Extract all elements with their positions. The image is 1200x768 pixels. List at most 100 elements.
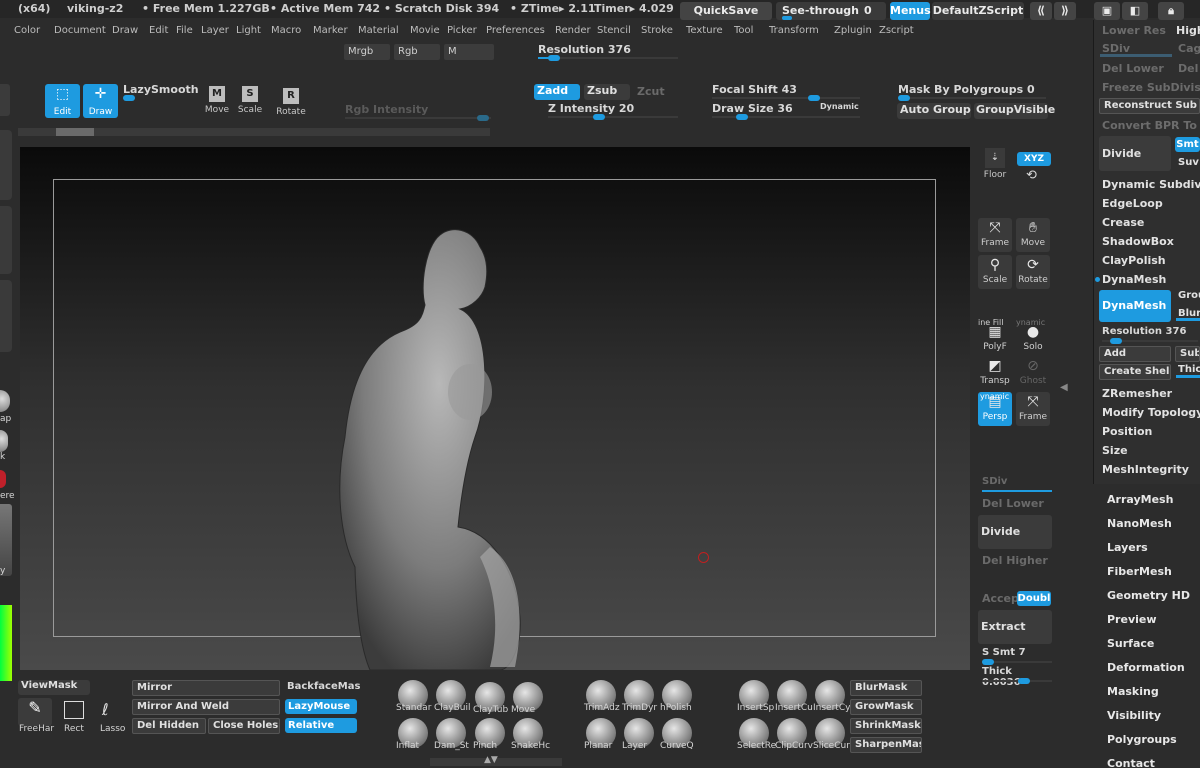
layout-icon[interactable]: ▣ [1094,2,1120,20]
prev-arrow-icon[interactable]: ⟪ [1030,2,1052,20]
brush-thumb-icon[interactable] [0,390,10,412]
zremesher-section[interactable]: ZRemesher [1102,387,1172,400]
polyf-button[interactable]: ▦ PolyF [978,322,1012,356]
symmetry-icon[interactable]: ⟲ [1026,168,1037,183]
canvas-viewport[interactable] [20,147,970,670]
left-shelf-stub[interactable] [0,84,10,116]
dynamesh-resolution-slider[interactable]: Resolution 376 [1102,326,1198,344]
freeze-subdivision-button[interactable]: Freeze SubDivision [1102,81,1200,94]
next-arrow-icon[interactable]: ⟫ [1054,2,1076,20]
reconstruct-subdiv-button[interactable]: Reconstruct Sub [1099,98,1200,114]
collapse-arrow-icon[interactable]: ◀ [1060,382,1068,393]
cage-button[interactable]: Cage [1178,42,1200,55]
dynamic-subdiv-section[interactable]: Dynamic Subdiv [1102,178,1200,191]
crease-section[interactable]: Crease [1102,216,1144,229]
s-smt-slider[interactable]: S Smt 7 [982,647,1052,665]
blurmask-button[interactable]: BlurMask [850,680,922,696]
zadd-button[interactable]: Zadd [534,84,580,100]
horizontal-scrollbar[interactable] [18,128,490,136]
transp-button[interactable]: ◩ Transp [978,356,1012,390]
sdiv-slider[interactable]: SDiv [982,476,1052,492]
tool-section-contact[interactable]: Contact [1107,757,1155,768]
tool-section-surface[interactable]: Surface [1107,637,1154,650]
modify-topology-section[interactable]: Modify Topology [1102,406,1200,419]
left-shelf-slot-3[interactable] [0,280,12,352]
tool-section-polygroups[interactable]: Polygroups [1107,733,1177,746]
ghost-button[interactable]: ⊘ Ghost [1016,356,1050,390]
scale-button[interactable]: S Scale [236,86,264,118]
tool-section-fibermesh[interactable]: FiberMesh [1107,565,1172,578]
menu-marker[interactable]: Marker [313,25,348,36]
rotate-view-button[interactable]: ⟳ Rotate [1016,255,1050,289]
menu-file[interactable]: File [176,25,193,36]
del-higher-button[interactable]: Del Higher [982,554,1048,567]
dynamic-toggle[interactable]: Dynamic [820,102,859,111]
edit-button[interactable]: ⬚ Edit [45,84,80,118]
scale-view-button[interactable]: ⚲ Scale [978,255,1012,289]
mrgb-button[interactable]: Mrgb [344,44,390,60]
lock-icon[interactable]: 🔒︎ [1158,2,1184,20]
menu-material[interactable]: Material [358,25,399,36]
menu-render[interactable]: Render [555,25,591,36]
del-higher-panel[interactable]: Del [1178,62,1198,75]
thick-panel-slider[interactable]: Thic [1178,364,1200,375]
menu-texture[interactable]: Texture [686,25,723,36]
shrinkmask-button[interactable]: ShrinkMask [850,718,922,734]
lazysmooth-slider[interactable]: LazySmooth [123,83,199,101]
menu-stencil[interactable]: Stencil [597,25,631,36]
draw-button[interactable]: ✛ Draw [83,84,118,118]
dynamesh-section[interactable]: DynaMesh [1102,273,1166,286]
menu-layer[interactable]: Layer [201,25,229,36]
tool-section-preview[interactable]: Preview [1107,613,1157,626]
extract-button[interactable]: Extract [978,610,1052,644]
tool-section-deformation[interactable]: Deformation [1107,661,1185,674]
menu-macro[interactable]: Macro [271,25,301,36]
menu-stroke[interactable]: Stroke [641,25,673,36]
menu-color[interactable]: Color [14,25,40,36]
rgb-intensity-slider[interactable]: Rgb Intensity [345,103,491,121]
growmask-button[interactable]: GrowMask [850,699,922,715]
create-shell-button[interactable]: Create Shell [1099,364,1171,380]
divide-button[interactable]: Divide [978,515,1052,549]
close-holes-button[interactable]: Close Holes [208,718,280,734]
see-through-slider[interactable]: See-through 0 [776,2,886,20]
size-section[interactable]: Size [1102,444,1128,457]
left-shelf-slot-2[interactable] [0,206,12,274]
del-hidden-button[interactable]: Del Hidden [132,718,206,734]
groups-toggle[interactable]: Grou [1178,290,1200,301]
higher-res-button[interactable]: High [1176,24,1200,37]
zsub-button[interactable]: Zsub [584,84,630,100]
rgb-button[interactable]: Rgb [394,44,440,60]
frame2-button[interactable]: ⤧ Frame [1016,392,1050,426]
menus-button[interactable]: Menus [890,2,931,20]
backfacemask-button[interactable]: BackfaceMas [287,681,360,692]
lasso-icon[interactable]: ℓ [102,700,109,719]
xyz-button[interactable]: XYZ [1017,152,1051,166]
edgeloop-section[interactable]: EdgeLoop [1102,197,1163,210]
menu-transform[interactable]: Transform [769,25,819,36]
left-shelf-slot-1[interactable] [0,130,12,200]
del-lower-button[interactable]: Del Lower [982,497,1044,510]
m-button[interactable]: M [444,44,494,60]
menu-zscript[interactable]: Zscript [879,25,914,36]
zcut-button[interactable]: Zcut [637,85,665,98]
dynamesh-button[interactable]: DynaMesh [1099,290,1171,322]
quicksave-button[interactable]: QuickSave [680,2,772,20]
color-picker-icon[interactable] [0,605,12,681]
position-section[interactable]: Position [1102,425,1152,438]
menu-zplugin[interactable]: Zplugin [834,25,872,36]
group-visible-button[interactable]: GroupVisible [974,103,1055,119]
tool-section-arraymesh[interactable]: ArrayMesh [1107,493,1173,506]
rotate-button[interactable]: R Rotate [273,88,309,120]
tool-section-geometry-hd[interactable]: Geometry HD [1107,589,1190,602]
meshintegrity-section[interactable]: MeshIntegrity [1102,463,1189,476]
menu-picker[interactable]: Picker [447,25,477,36]
suv-toggle[interactable]: Suv [1178,157,1199,168]
thick-slider[interactable]: Thick 0.0036 [982,666,1052,688]
menu-draw[interactable]: Draw [112,25,138,36]
tool-section-visibility[interactable]: Visibility [1107,709,1161,722]
mask-by-polygroups-slider[interactable]: Mask By Polygroups 0 [898,83,1046,101]
floor-icon[interactable]: ⇣ [985,148,1005,168]
lazymouse-button[interactable]: LazyMouse [285,699,357,714]
double-button[interactable]: Doubl [1017,591,1051,606]
